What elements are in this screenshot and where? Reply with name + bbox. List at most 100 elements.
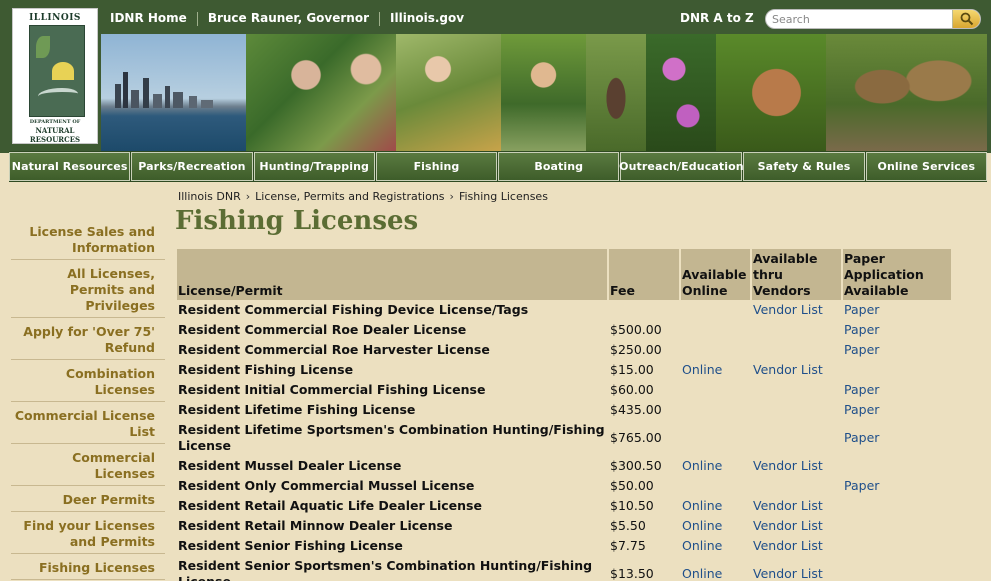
sidebar-item-license-sales[interactable]: License Sales and Information <box>11 215 165 260</box>
sidebar-item-commercial-license-list[interactable]: Commercial License List <box>11 402 165 444</box>
illinois-gov-link[interactable]: Illinois.gov <box>390 11 464 25</box>
sidebar-item-combination-licenses[interactable]: Combination Licenses <box>11 360 165 402</box>
vendor-list-link[interactable]: Vendor List <box>752 556 843 581</box>
online-link[interactable]: Online <box>681 496 752 516</box>
governor-link[interactable]: Bruce Rauner, Governor <box>208 11 369 25</box>
license-name: Resident Mussel Dealer License <box>178 458 402 473</box>
paper-link[interactable]: Paper <box>843 400 953 420</box>
sidebar-item-fishing-licenses[interactable]: Fishing Licenses <box>11 554 165 580</box>
table-row: Resident Commercial Roe Harvester Licens… <box>177 340 953 360</box>
child-biking-photo <box>501 34 586 151</box>
vendor-list-link[interactable]: Vendor List <box>752 300 843 320</box>
vendor-list-link[interactable]: Vendor List <box>752 360 843 380</box>
nav-online-services[interactable]: Online Services <box>865 152 987 181</box>
license-name: Resident Fishing License <box>178 362 354 377</box>
online-link <box>681 420 752 456</box>
sidebar-item-over-75-refund[interactable]: Apply for 'Over 75' Refund <box>11 318 165 360</box>
nav-hunting-trapping[interactable]: Hunting/Trapping <box>253 152 375 181</box>
main-nav: Natural Resources Parks/Recreation Hunti… <box>9 151 987 182</box>
paper-link[interactable]: Paper <box>843 300 953 320</box>
paper-link[interactable]: Paper <box>843 320 953 340</box>
online-link[interactable]: Online <box>681 536 752 556</box>
search-input[interactable] <box>772 11 952 27</box>
nav-outreach-education[interactable]: Outreach/Education <box>619 152 744 181</box>
paper-link[interactable]: Paper <box>843 380 953 400</box>
license-fee: $300.50 <box>610 458 662 473</box>
license-fee: $435.00 <box>610 402 662 417</box>
site-header: ILLINOIS DEPARTMENT OF NATURAL RESOURCES… <box>0 0 991 153</box>
online-link <box>681 320 752 340</box>
column-header-vendors: Available thru Vendors <box>752 249 843 300</box>
nav-safety-rules[interactable]: Safety & Rules <box>743 152 865 181</box>
sidebar-item-find-licenses[interactable]: Find your Licenses and Permits <box>11 512 165 554</box>
nav-fishing[interactable]: Fishing <box>375 152 498 181</box>
vendor-list-link[interactable]: Vendor List <box>752 516 843 536</box>
breadcrumb-license-permits[interactable]: License, Permits and Registrations <box>255 190 444 203</box>
license-name: Resident Only Commercial Mussel License <box>178 478 475 493</box>
online-link[interactable]: Online <box>681 360 752 380</box>
license-name: Resident Lifetime Sportsmen's Combinatio… <box>178 422 605 453</box>
page-title: Fishing Licenses <box>175 206 419 236</box>
breadcrumb-illinois-dnr[interactable]: Illinois DNR <box>178 190 241 203</box>
table-row: Resident Senior Sportsmen's Combination … <box>177 556 953 581</box>
vendor-list-link <box>752 420 843 456</box>
table-row: Resident Commercial Roe Dealer License $… <box>177 320 953 340</box>
breadcrumb: Illinois DNR › License, Permits and Regist… <box>178 190 548 203</box>
table-row: Resident Retail Aquatic Life Dealer Lice… <box>177 496 953 516</box>
sidebar-item-deer-permits[interactable]: Deer Permits <box>11 486 165 512</box>
paper-link <box>843 456 953 476</box>
vendor-list-link <box>752 380 843 400</box>
paper-link <box>843 536 953 556</box>
idnr-home-link[interactable]: IDNR Home <box>110 11 187 25</box>
column-header-online: Available Online <box>681 249 752 300</box>
online-link[interactable]: Online <box>681 556 752 581</box>
license-fee: $7.75 <box>610 538 646 553</box>
fawn-photo <box>716 34 826 151</box>
license-name: Resident Initial Commercial Fishing Lice… <box>178 382 486 397</box>
license-fee: $10.50 <box>610 498 654 513</box>
license-fee: $765.00 <box>610 430 662 445</box>
table-row: Resident Only Commercial Mussel License … <box>177 476 953 496</box>
paper-link[interactable]: Paper <box>843 476 953 496</box>
sidebar-item-all-licenses[interactable]: All Licenses, Permits and Privileges <box>11 260 165 318</box>
wildflower-photo <box>646 34 716 151</box>
vendor-list-link[interactable]: Vendor List <box>752 456 843 476</box>
paper-link[interactable]: Paper <box>843 340 953 360</box>
license-name: Resident Commercial Roe Harvester Licens… <box>178 342 490 357</box>
logo-text-department: DEPARTMENT OF <box>29 119 81 125</box>
dnr-a-to-z-link[interactable]: DNR A to Z <box>680 11 754 25</box>
column-header-paper: Paper Application Available <box>843 249 953 300</box>
paper-link[interactable]: Paper <box>843 420 953 456</box>
morel-mushrooms-photo <box>826 34 987 151</box>
illinois-state-emblem <box>29 25 85 117</box>
nav-natural-resources[interactable]: Natural Resources <box>9 152 131 181</box>
online-link[interactable]: Online <box>681 456 752 476</box>
children-planting-photo <box>246 34 396 151</box>
paper-link <box>843 556 953 581</box>
search-box <box>765 9 981 29</box>
license-table: License/Permit Fee Available Online Avai… <box>177 249 953 581</box>
vendor-list-link[interactable]: Vendor List <box>752 536 843 556</box>
paper-link <box>843 496 953 516</box>
chicago-skyline-photo <box>101 34 246 151</box>
license-name: Resident Commercial Fishing Device Licen… <box>178 302 529 317</box>
nav-boating[interactable]: Boating <box>498 152 620 181</box>
vendor-list-link[interactable]: Vendor List <box>752 496 843 516</box>
nav-parks-recreation[interactable]: Parks/Recreation <box>131 152 253 181</box>
breadcrumb-current-page: Fishing Licenses <box>458 190 548 203</box>
logo-text-natural: NATURAL <box>35 126 75 135</box>
license-fee: $50.00 <box>610 478 654 493</box>
table-row: Resident Commercial Fishing Device Licen… <box>177 300 953 320</box>
top-links: IDNR Home Bruce Rauner, Governor Illinois.… <box>110 11 464 27</box>
license-name: Resident Commercial Roe Dealer License <box>178 322 467 337</box>
chevron-right-icon: › <box>449 190 454 203</box>
table-header-row: License/Permit Fee Available Online Avai… <box>177 249 953 300</box>
sidebar-item-commercial-licenses[interactable]: Commercial Licenses <box>11 444 165 486</box>
table-row: Resident Initial Commercial Fishing Lice… <box>177 380 953 400</box>
license-fee: $5.50 <box>610 518 646 533</box>
online-link <box>681 380 752 400</box>
search-button[interactable] <box>952 10 980 28</box>
chevron-right-icon: › <box>245 190 251 203</box>
online-link[interactable]: Online <box>681 516 752 536</box>
idnr-logo[interactable]: ILLINOIS DEPARTMENT OF NATURAL RESOURCES <box>12 8 98 144</box>
